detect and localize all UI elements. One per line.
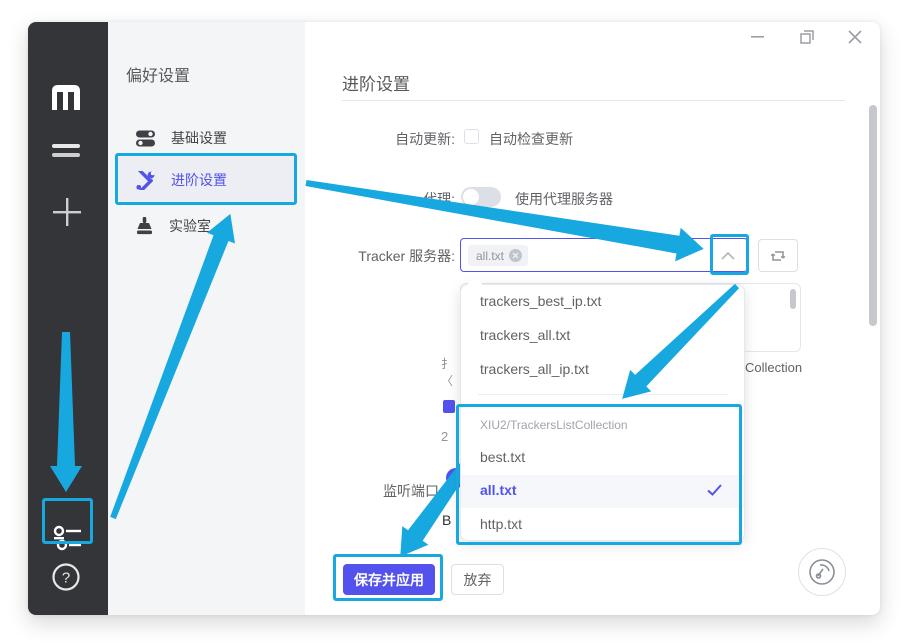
save-annotation-box — [333, 554, 443, 601]
page-title: 进阶设置 — [342, 70, 410, 95]
help-icon[interactable]: ? — [52, 563, 80, 591]
dropdown-item[interactable]: trackers_all.txt — [480, 327, 570, 343]
selected-tag-label: all.txt — [476, 249, 504, 263]
lab-icon — [136, 217, 153, 236]
settings-annotation-box — [42, 498, 93, 544]
dropdown-group-annotation-box — [456, 404, 742, 545]
occluded-text-collection: Collection — [745, 360, 802, 375]
scrollbar-thumb[interactable] — [869, 105, 877, 326]
speedometer-icon — [808, 558, 836, 586]
dropdown-item[interactable]: trackers_best_ip.txt — [480, 293, 601, 309]
close-icon[interactable] — [847, 29, 863, 45]
selected-tag: all.txt — [468, 245, 528, 266]
proxy-toggle-label: 使用代理服务器 — [515, 189, 613, 209]
listen-port-label: 监听端口 — [383, 481, 439, 501]
toggles-icon — [136, 129, 155, 148]
toggle-knob — [463, 189, 479, 205]
minimize-icon[interactable] — [750, 30, 766, 42]
add-task-icon[interactable] — [53, 198, 81, 226]
maximize-icon[interactable] — [800, 30, 814, 44]
textarea-scrollbar[interactable] — [790, 289, 796, 309]
auto-update-checkbox[interactable] — [464, 129, 479, 144]
dropdown-caret — [467, 277, 483, 285]
sync-trackers-button[interactable] — [758, 239, 798, 272]
sidebar-item-label: 基础设置 — [171, 128, 227, 148]
speed-limit-button[interactable] — [798, 548, 846, 596]
sidebar-item-basic[interactable]: 基础设置 — [136, 126, 296, 150]
tracker-label: Tracker 服务器: — [330, 246, 455, 266]
occluded-text-b: 〈 — [441, 372, 458, 389]
occluded-purple-chip — [443, 400, 455, 413]
remove-tag-icon[interactable] — [509, 249, 522, 262]
sync-icon — [770, 249, 786, 263]
dropdown-item[interactable]: trackers_all_ip.txt — [480, 361, 589, 377]
motrix-logo-icon — [50, 84, 82, 110]
proxy-toggle[interactable] — [461, 187, 501, 207]
sidebar-item-label: 实验室 — [169, 216, 211, 236]
discard-button[interactable]: 放弃 — [451, 564, 504, 595]
auto-update-checkbox-label: 自动检查更新 — [489, 129, 573, 149]
tracker-select[interactable]: all.txt — [460, 238, 748, 272]
screenshot-stage: ? 偏好设置 基础设置 进阶设置 — [0, 0, 906, 643]
preferences-title: 偏好设置 — [126, 62, 190, 86]
occluded-text-a: 扌 — [441, 355, 458, 372]
chevron-annotation-box — [710, 234, 749, 275]
svg-text:?: ? — [62, 570, 70, 587]
advanced-annotation-box — [115, 153, 297, 205]
title-divider — [342, 100, 845, 101]
preferences-sidebar — [108, 22, 305, 615]
proxy-label: 代理: — [330, 189, 455, 209]
task-list-icon[interactable] — [52, 143, 80, 159]
auto-update-label: 自动更新: — [330, 129, 455, 149]
sidebar-item-lab[interactable]: 实验室 — [136, 214, 296, 238]
dropdown-divider — [478, 394, 728, 395]
